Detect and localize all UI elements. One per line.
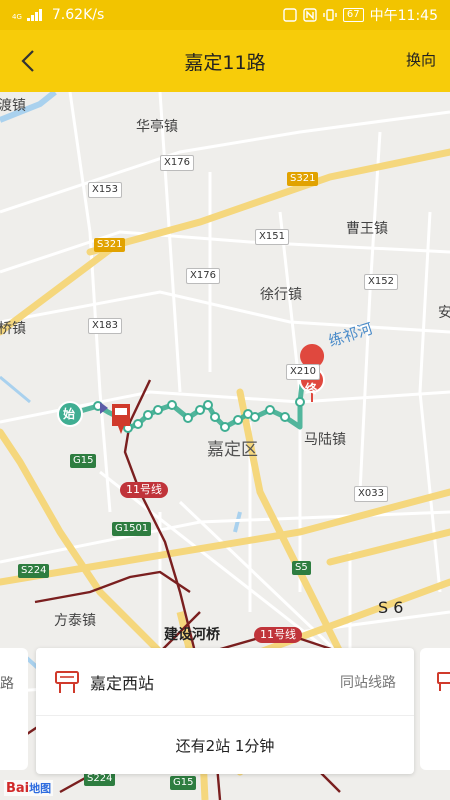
notification-icon xyxy=(283,8,297,22)
back-button[interactable] xyxy=(10,42,46,80)
chevron-left-icon xyxy=(21,50,34,72)
nfc-icon xyxy=(303,8,317,22)
highway-label: S5 xyxy=(292,561,311,575)
route-start-label: 始 xyxy=(63,407,76,421)
road-label: X176 xyxy=(186,268,220,284)
network-speed: 7.62K/s xyxy=(51,7,105,23)
arrival-eta: 还有2站 1分钟 xyxy=(175,736,275,755)
place-label-xuhang: 徐行镇 xyxy=(260,287,302,303)
baidu-suffix: 地图 xyxy=(29,782,52,795)
header-bar: 嘉定11路 换向 xyxy=(0,30,450,92)
prev-station-card[interactable]: 路 xyxy=(0,648,28,770)
route-end-label: 终 xyxy=(305,382,318,396)
road-label: X151 xyxy=(255,229,289,245)
place-label-top-left: 渡镇 xyxy=(0,98,26,114)
road-label: X176 xyxy=(160,155,194,171)
highway-label: G1501 xyxy=(112,522,152,536)
highway-label: G15 xyxy=(170,776,197,790)
road-label: X153 xyxy=(88,182,122,198)
signal-icon xyxy=(26,9,42,21)
highway-label: S224 xyxy=(18,564,50,578)
road-label: X210 xyxy=(286,364,320,380)
station-row: 嘉定西站 同站线路 xyxy=(36,648,414,716)
place-label-caowang: 曹王镇 xyxy=(346,221,388,237)
station-name: 嘉定西站 xyxy=(90,673,155,693)
metro-label: 11号线 xyxy=(254,627,302,643)
baidu-map-logo: Bai地图 xyxy=(4,780,54,796)
prev-card-text: 路 xyxy=(0,676,14,692)
bus-stop-icon xyxy=(437,672,450,691)
vibrate-icon xyxy=(323,9,337,21)
same-station-lines-link[interactable]: 同站线路 xyxy=(340,672,396,692)
clock: 中午11:45 xyxy=(369,8,438,24)
highway-label: S224 xyxy=(84,772,116,786)
road-label: X152 xyxy=(364,274,398,290)
road-label: X033 xyxy=(354,486,388,502)
bus-stop-icon xyxy=(55,670,79,693)
metro-label: 11号线 xyxy=(120,482,168,498)
place-label-huating: 华亭镇 xyxy=(136,119,178,135)
switch-direction-button[interactable]: 换向 xyxy=(406,49,436,70)
place-label-fangtai: 方泰镇 xyxy=(54,613,96,629)
station-info-card[interactable]: 嘉定西站 同站线路 还有2站 1分钟 xyxy=(36,648,414,774)
place-label-jiansheheqiao: 建设河桥 xyxy=(164,627,220,643)
place-label-right-edge: 安 xyxy=(438,305,450,321)
highway-label-s6: S 6 xyxy=(378,598,404,617)
place-label-malu: 马陆镇 xyxy=(304,432,346,448)
highway-label: G15 xyxy=(70,454,97,468)
status-bar: 4G 7.62K/s 67 中午11:45 xyxy=(0,0,450,30)
next-station-card[interactable] xyxy=(420,648,450,770)
place-label-left-town: 桥镇 xyxy=(0,321,26,337)
place-label-jiading: 嘉定区 xyxy=(207,440,258,460)
highway-label: S321 xyxy=(94,238,126,252)
road-label: X183 xyxy=(88,318,122,334)
highway-label: S321 xyxy=(287,172,319,186)
battery-icon: 67 xyxy=(342,8,364,22)
network-type: 4G xyxy=(12,13,22,21)
page-title: 嘉定11路 xyxy=(184,51,266,74)
